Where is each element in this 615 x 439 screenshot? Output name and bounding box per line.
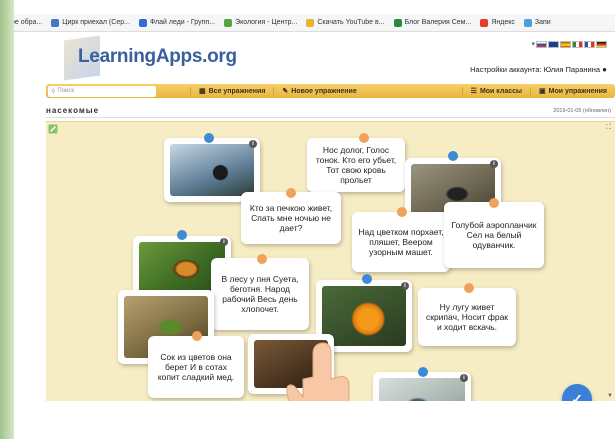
nav-my-classes-label: Мои классы <box>479 87 523 95</box>
bookmark-label: ое обра... <box>11 19 43 26</box>
account-label[interactable]: Настройки аккаунта: Юлия Паранина <box>470 65 600 74</box>
nav-all-exercises[interactable]: ▦ Все упражнения <box>190 87 273 95</box>
bookmark-favicon-icon <box>480 18 489 27</box>
bookmark-label: Цирк приехал (Сер... <box>62 19 130 26</box>
card-pin[interactable] <box>397 207 407 217</box>
bookmark-item[interactable]: Скачать YouTube в... <box>306 18 385 27</box>
main-nav: ⚲ Поиск ▦ Все упражнения ✎ Новое упражне… <box>46 84 615 98</box>
folder-icon: ▣ <box>539 88 546 95</box>
bookmark-favicon-icon <box>224 18 233 27</box>
nav-new-exercise[interactable]: ✎ Новое упражнение <box>273 87 364 95</box>
date-label: 2019-01-05 (обновлен) <box>553 107 611 114</box>
chevron-down-icon[interactable]: ▾ <box>531 40 535 48</box>
bookmark-label: Флай леди - Групп... <box>149 19 216 26</box>
card-pin[interactable] <box>362 274 372 284</box>
bee-image <box>322 286 406 346</box>
info-icon[interactable]: i <box>249 140 257 148</box>
riddle-text: Сок из цветов она берет И в сотах копит … <box>157 352 235 382</box>
bookmark-favicon-icon <box>523 18 532 27</box>
riddle-card-mosquito[interactable]: Нос долог, Голос тонок. Кто его убьет, Т… <box>307 138 405 192</box>
flag-es-icon[interactable] <box>560 40 571 48</box>
bookmark-item[interactable]: Яндекс <box>480 18 515 27</box>
info-icon[interactable]: i <box>220 238 228 246</box>
search-icon: ⚲ <box>51 88 56 95</box>
riddle-card-ant[interactable]: В лесу у пня Суета, беготня. Народ рабоч… <box>211 258 309 330</box>
flag-gb-icon[interactable] <box>548 40 559 48</box>
bookmark-item[interactable]: Цирк приехал (Сер... <box>51 18 130 27</box>
user-icon[interactable]: ● <box>602 65 607 74</box>
slide-border <box>0 0 14 439</box>
hand-pointer-icon <box>286 342 350 401</box>
bookmarks-bar: ое обра... Цирк приехал (Сер... Флай леди … <box>0 14 615 32</box>
info-icon[interactable]: i <box>401 282 409 290</box>
fullscreen-icon[interactable]: ⛶ <box>606 124 611 132</box>
riddle-text: Над цветком порхает, пляшет, Веером узор… <box>358 227 444 257</box>
bookmark-item[interactable]: Запи <box>523 18 551 27</box>
riddle-card-butterfly[interactable]: Над цветком порхает, пляшет, Веером узор… <box>352 212 450 272</box>
riddle-text: В лесу у пня Суета, беготня. Народ рабоч… <box>221 274 299 314</box>
dragonfly-image <box>379 378 465 401</box>
screen: ое обра... Цирк приехал (Сер... Флай леди … <box>0 0 615 439</box>
nav-new-exercise-label: Новое упражнение <box>291 87 357 95</box>
nav-my-classes[interactable]: ☰ Мои классы <box>461 87 530 95</box>
exercise-title-row: насекомые 2019-01-05 (обновлен) <box>46 104 615 118</box>
check-answers-button[interactable]: ✓ <box>562 384 592 401</box>
check-icon: ✓ <box>571 390 583 402</box>
riddle-card-bee[interactable]: Сок из цветов она берет И в сотах копит … <box>148 336 244 398</box>
card-pin[interactable] <box>464 283 474 293</box>
riddle-text: Голубой аэропланчик Сел на белый одуванч… <box>451 220 537 250</box>
nav-all-exercises-label: Все упражнения <box>208 87 266 95</box>
bookmark-label: Экология - Центр... <box>235 19 298 26</box>
bookmark-favicon-icon <box>306 18 315 27</box>
nav-my-exercises-label: Мои упражнения <box>548 87 607 95</box>
bookmark-item[interactable]: Экология - Центр... <box>224 18 298 27</box>
page-title: насекомые <box>46 106 100 115</box>
search-placeholder: Поиск <box>57 88 75 94</box>
card-pin[interactable] <box>257 254 267 264</box>
scroll-down-icon[interactable]: ▼ <box>607 393 613 399</box>
flag-fr-icon[interactable] <box>584 40 595 48</box>
card-pin[interactable] <box>448 151 458 161</box>
search-input[interactable]: ⚲ Поиск <box>48 85 156 97</box>
card-pin[interactable] <box>286 188 296 198</box>
page-footer <box>28 403 615 439</box>
riddle-text: Нос долог, Голос тонок. Кто его убьет, Т… <box>315 145 397 185</box>
bookmark-favicon-icon <box>138 18 147 27</box>
bookmark-item[interactable]: Блог Валерия Сем... <box>393 18 472 27</box>
flag-ru-icon[interactable] <box>536 40 547 48</box>
info-icon[interactable]: i <box>490 160 498 168</box>
nav-my-exercises[interactable]: ▣ Мои упражнения <box>530 87 615 95</box>
flag-de-icon[interactable] <box>596 40 607 48</box>
edit-icon[interactable] <box>48 124 58 134</box>
exercise-board: ⛶ i Нос долог, Голос тонок. Кто его убье… <box>46 121 615 401</box>
bookmark-favicon-icon <box>393 18 402 27</box>
card-pin[interactable] <box>359 133 369 143</box>
bookmark-label: Блог Валерия Сем... <box>404 19 472 26</box>
bookmark-label: Запи <box>534 19 551 26</box>
list-icon: ☰ <box>470 88 477 95</box>
riddle-card-cricket[interactable]: Кто за печкою живет, Спать мне ночью не … <box>241 192 341 244</box>
bookmark-item[interactable]: Флай леди - Групп... <box>138 18 216 27</box>
bookmark-label: Скачать YouTube в... <box>317 19 385 26</box>
card-pin[interactable] <box>177 230 187 240</box>
bookmark-label: Яндекс <box>491 19 515 26</box>
riddle-text: Кто за печкою живет, Спать мне ночью не … <box>249 203 333 233</box>
flag-it-icon[interactable] <box>572 40 583 48</box>
riddle-card-dragonfly[interactable]: Голубой аэропланчик Сел на белый одуванч… <box>444 202 544 268</box>
card-pin[interactable] <box>192 331 202 341</box>
riddle-text: Ну лугу живет скрипач, Носит фрак и ходи… <box>425 302 509 332</box>
bookmark-favicon-icon <box>51 18 60 27</box>
grid-icon: ▦ <box>199 88 206 95</box>
site-logo[interactable]: LearningApps.org <box>78 46 237 68</box>
card-pin[interactable] <box>204 133 214 143</box>
account-settings-link[interactable]: Настройки аккаунта: Юлия Паранина ● <box>470 65 607 74</box>
riddle-card-grasshopper[interactable]: Ну лугу живет скрипач, Носит фрак и ходи… <box>418 288 516 346</box>
card-pin[interactable] <box>418 367 428 377</box>
mosquito-image <box>170 144 254 196</box>
card-pin[interactable] <box>489 198 499 208</box>
site-header: LearningApps.org ▾ Настройки аккаунта: Ю… <box>28 32 615 84</box>
info-icon[interactable]: i <box>460 374 468 382</box>
pencil-icon: ✎ <box>282 88 289 95</box>
language-selector[interactable]: ▾ <box>531 40 607 48</box>
